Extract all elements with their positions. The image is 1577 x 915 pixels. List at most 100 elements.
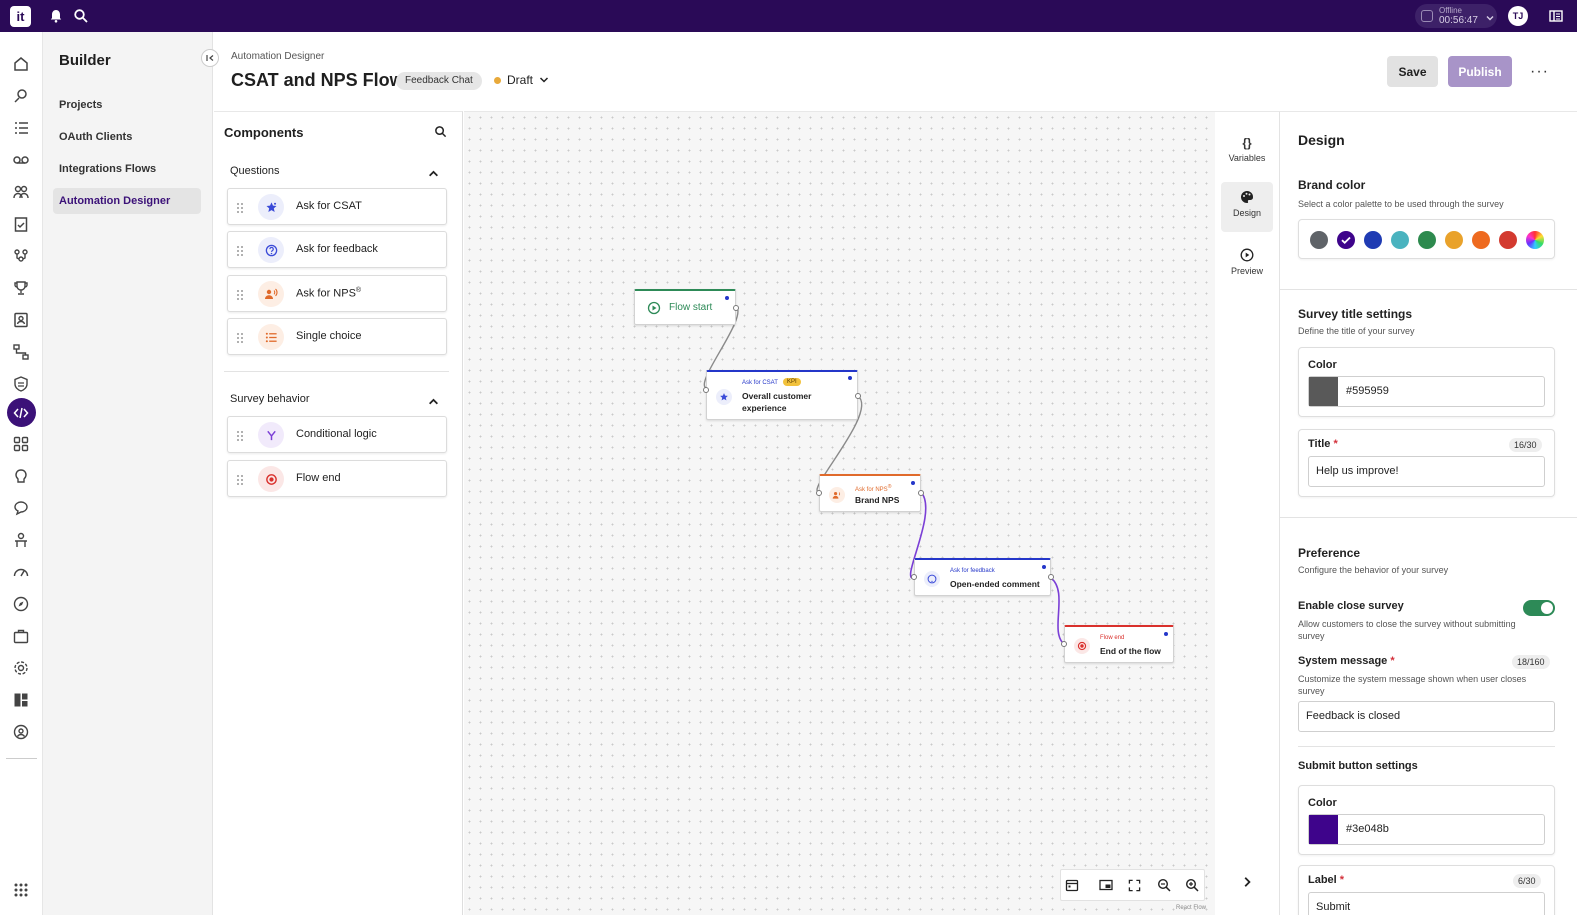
zoom-in-icon[interactable]: [1178, 872, 1205, 898]
drag-handle-icon[interactable]: [236, 473, 244, 485]
edge-feedback-end[interactable]: [1050, 577, 1065, 645]
sidebar-item-oauth-clients[interactable]: OAuth Clients: [53, 124, 201, 150]
palette-swatch-red[interactable]: [1499, 231, 1517, 249]
component-conditional-logic[interactable]: Conditional logic: [227, 416, 447, 453]
node-ask-for-feedback[interactable]: Ask for feedback Open-ended comment: [911, 558, 1054, 596]
drag-handle-icon[interactable]: [236, 429, 244, 441]
drag-handle-icon[interactable]: [236, 201, 244, 213]
support-agent-icon[interactable]: [11, 722, 31, 742]
code-icon[interactable]: [11, 403, 31, 423]
palette-swatch-green[interactable]: [1418, 231, 1436, 249]
node-flow-end[interactable]: Flow end End of the flow: [1061, 625, 1174, 663]
flow-canvas[interactable]: Flow start Ask for CSAT KPI Overall cust…: [464, 111, 1215, 915]
more-options-icon[interactable]: ···: [1530, 63, 1549, 81]
node-output-port[interactable]: [1048, 574, 1054, 580]
app-logo[interactable]: it: [10, 6, 31, 27]
submit-color-field[interactable]: #3e048b: [1308, 814, 1545, 845]
zoom-out-icon[interactable]: [1150, 872, 1177, 898]
node-output-port[interactable]: [855, 393, 861, 399]
minimap-icon[interactable]: [1092, 872, 1119, 898]
apps-grid-icon[interactable]: [11, 880, 31, 900]
workflow-icon[interactable]: [11, 342, 31, 362]
chevron-up-icon[interactable]: [428, 394, 439, 412]
submit-color-card: Color #3e048b: [1298, 785, 1555, 855]
collapse-sidebar-button[interactable]: [201, 49, 219, 67]
fullscreen-icon[interactable]: [1121, 872, 1148, 898]
drag-handle-icon[interactable]: [236, 288, 244, 300]
shield-list-icon[interactable]: [11, 374, 31, 394]
chat-bubble-icon[interactable]: [11, 498, 31, 518]
status-dropdown[interactable]: Draft: [494, 73, 549, 87]
palette-swatch-amber[interactable]: [1445, 231, 1463, 249]
title-input[interactable]: Help us improve!: [1308, 456, 1545, 487]
trophy-icon[interactable]: [11, 278, 31, 298]
behavior-section-title[interactable]: Survey behavior: [230, 393, 310, 405]
drag-handle-icon[interactable]: [236, 331, 244, 343]
component-ask-for-nps[interactable]: Ask for NPS®: [227, 275, 447, 312]
breadcrumb[interactable]: Automation Designer: [231, 51, 324, 62]
chevron-up-icon[interactable]: [428, 166, 439, 184]
palette-swatch-orange[interactable]: [1472, 231, 1490, 249]
component-ask-for-csat[interactable]: Ask for CSAT: [227, 188, 447, 225]
grid-icon[interactable]: [11, 434, 31, 454]
brain-icon[interactable]: [11, 466, 31, 486]
palette-swatch-custom[interactable]: [1526, 231, 1544, 249]
compass-icon[interactable]: [11, 594, 31, 614]
node-flow-start[interactable]: Flow start: [634, 289, 739, 325]
tab-variables[interactable]: {} Variables: [1221, 128, 1273, 178]
layout-icon[interactable]: [11, 690, 31, 710]
briefcase-icon[interactable]: [11, 626, 31, 646]
voicemail-icon[interactable]: [11, 150, 31, 170]
node-ask-for-csat[interactable]: Ask for CSAT KPI Overall customer experi…: [703, 370, 861, 420]
sidebar-item-integrations-flows[interactable]: Integrations Flows: [53, 156, 201, 182]
contact-card-icon[interactable]: [11, 310, 31, 330]
gauge-icon[interactable]: [11, 562, 31, 582]
node-input-port[interactable]: [911, 574, 917, 580]
submit-color-swatch[interactable]: [1309, 815, 1338, 844]
palette-swatch-teal[interactable]: [1391, 231, 1409, 249]
component-flow-end[interactable]: Flow end: [227, 460, 447, 497]
bell-icon[interactable]: [48, 8, 64, 24]
panel-menu-icon[interactable]: [1548, 8, 1564, 24]
sidebar-item-projects[interactable]: Projects: [53, 92, 201, 118]
connection-status[interactable]: Offline 00:56:47: [1415, 4, 1497, 28]
sidebar-item-automation-designer[interactable]: Automation Designer: [53, 188, 201, 214]
node-output-port[interactable]: [918, 490, 924, 496]
avatar[interactable]: TJ: [1508, 6, 1528, 26]
palette-swatch-purple-selected[interactable]: [1337, 231, 1355, 249]
chat-agent-icon[interactable]: [11, 86, 31, 106]
people-network-icon[interactable]: [11, 246, 31, 266]
search-icon[interactable]: [73, 8, 89, 24]
agent-desk-icon[interactable]: [11, 530, 31, 550]
node-input-port[interactable]: [1061, 641, 1067, 647]
palette-swatch-gray[interactable]: [1310, 231, 1328, 249]
enable-close-survey-toggle[interactable]: [1523, 600, 1555, 616]
drag-handle-icon[interactable]: [236, 244, 244, 256]
calendar-icon[interactable]: [1058, 872, 1085, 898]
node-input-port[interactable]: [703, 387, 709, 393]
list-numbered-icon[interactable]: [11, 118, 31, 138]
team-icon[interactable]: [11, 182, 31, 202]
submit-label-input[interactable]: Submit: [1308, 892, 1545, 915]
chevron-right-icon[interactable]: [1241, 875, 1253, 893]
component-label: Conditional logic: [296, 428, 377, 440]
publish-button[interactable]: Publish: [1448, 56, 1512, 87]
node-output-port[interactable]: [733, 305, 739, 311]
search-icon[interactable]: [434, 125, 447, 143]
clipboard-check-icon[interactable]: [11, 214, 31, 234]
react-flow-attribution[interactable]: React Flow: [1176, 905, 1206, 911]
tab-design[interactable]: Design: [1221, 182, 1273, 232]
home-icon[interactable]: [11, 54, 31, 74]
title-color-swatch[interactable]: [1309, 377, 1338, 406]
component-ask-for-feedback[interactable]: Ask for feedback: [227, 231, 447, 268]
title-color-field[interactable]: #595959: [1308, 376, 1545, 407]
gear-icon[interactable]: [11, 658, 31, 678]
save-button[interactable]: Save: [1387, 56, 1438, 87]
system-message-input[interactable]: Feedback is closed: [1298, 701, 1555, 732]
node-input-port[interactable]: [816, 490, 822, 496]
questions-section-title[interactable]: Questions: [230, 165, 280, 177]
node-ask-for-nps[interactable]: Ask for NPS® Brand NPS: [816, 474, 924, 512]
tab-preview[interactable]: Preview: [1221, 240, 1273, 290]
palette-swatch-blue[interactable]: [1364, 231, 1382, 249]
component-single-choice[interactable]: Single choice: [227, 318, 447, 355]
